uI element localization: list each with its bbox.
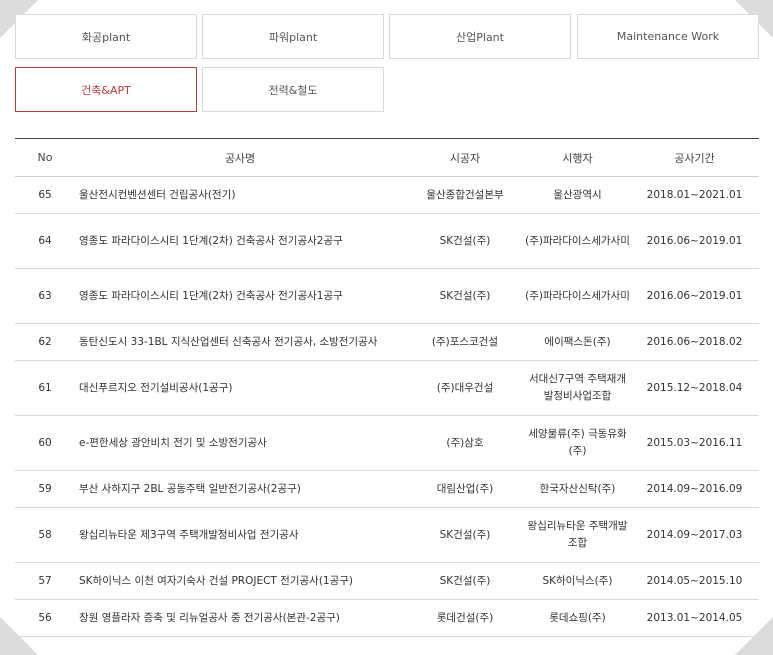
table-row[interactable]: 62 동탄신도시 33-1BL 지식산업센터 신축공사 전기공사, 소방전기공사…: [15, 323, 759, 361]
cell-contractor: SK건설(주): [405, 268, 525, 324]
cell-client: 에이팩스돈(주): [525, 323, 630, 361]
cell-no: 61: [15, 360, 75, 416]
tab-industrial-plant[interactable]: 산업Plant: [389, 14, 571, 59]
cell-contractor: (주)대우건설: [405, 360, 525, 416]
cell-contractor: (주)삼호: [405, 415, 525, 471]
table-row[interactable]: 56 창원 영플라자 증축 및 리뉴얼공사 중 전기공사(본관-2공구) 롯데건…: [15, 599, 759, 637]
cell-project-name[interactable]: 창원 영플라자 증축 및 리뉴얼공사 중 전기공사(본관-2공구): [75, 599, 405, 637]
table-row[interactable]: 65 울산전시컨벤션센터 건립공사(전기) 울산종합건설본부 울산광역시 201…: [15, 176, 759, 214]
cell-client: (주)파라다이스세가사미: [525, 268, 630, 324]
cell-period: 2016.06~2019.01: [630, 213, 759, 269]
cell-client: SK하이닉스(주): [525, 562, 630, 600]
cell-project-name[interactable]: 동탄신도시 33-1BL 지식산업센터 신축공사 전기공사, 소방전기공사: [75, 323, 405, 361]
cell-project-name[interactable]: 왕십리뉴타운 제3구역 주택개발정비사업 전기공사: [75, 507, 405, 563]
table-row[interactable]: 61 대신푸르지오 전기설비공사(1공구) (주)대우건설 서대신7구역 주택재…: [15, 360, 759, 416]
cell-contractor: 대림산업(주): [405, 470, 525, 508]
table-row[interactable]: 57 SK하이닉스 이천 여자기숙사 건설 PROJECT 전기공사(1공구) …: [15, 562, 759, 600]
table-row[interactable]: 60 e-편한세상 광안비치 전기 및 소방전기공사 (주)삼호 세양물류(주)…: [15, 415, 759, 471]
project-table-container: No 공사명 시공자 시행자 공사기간 65 울산전시컨벤션센터 건립공사(전기…: [15, 138, 759, 637]
tab-maintenance-work[interactable]: Maintenance Work: [577, 14, 759, 59]
cell-contractor: 롯데건설(주): [405, 599, 525, 637]
cell-period: 2014.09~2017.03: [630, 507, 759, 563]
cell-contractor: (주)포스코건설: [405, 323, 525, 361]
cell-no: 56: [15, 599, 75, 637]
header-period: 공사기간: [630, 138, 759, 177]
cell-client: 서대신7구역 주택재개발정비사업조합: [525, 360, 630, 416]
cell-client: 세양물류(주) 극동유화(주): [525, 415, 630, 471]
cell-project-name[interactable]: 영종도 파라다이스시티 1단계(2차) 건축공사 전기공사1공구: [75, 268, 405, 324]
header-client: 시행자: [525, 138, 630, 177]
tab-power-railway[interactable]: 전력&철도: [202, 67, 384, 112]
cell-client: (주)파라다이스세가사미: [525, 213, 630, 269]
table-header-row: No 공사명 시공자 시행자 공사기간: [15, 138, 759, 177]
cell-client: 한국자산신탁(주): [525, 470, 630, 508]
header-project-name: 공사명: [75, 138, 405, 177]
cell-no: 58: [15, 507, 75, 563]
cell-no: 57: [15, 562, 75, 600]
cell-project-name[interactable]: 대신푸르지오 전기설비공사(1공구): [75, 360, 405, 416]
cell-period: 2016.06~2018.02: [630, 323, 759, 361]
cell-no: 62: [15, 323, 75, 361]
cell-contractor: SK건설(주): [405, 562, 525, 600]
cell-period: 2018.01~2021.01: [630, 176, 759, 214]
cell-contractor: SK건설(주): [405, 213, 525, 269]
table-row[interactable]: 58 왕십리뉴타운 제3구역 주택개발정비사업 전기공사 SK건설(주) 왕십리…: [15, 507, 759, 563]
tab-power-plant[interactable]: 파워plant: [202, 14, 384, 59]
cell-client: 울산광역시: [525, 176, 630, 214]
cell-period: 2016.06~2019.01: [630, 268, 759, 324]
cell-no: 59: [15, 470, 75, 508]
cell-period: 2015.12~2018.04: [630, 360, 759, 416]
cell-client: 롯데쇼핑(주): [525, 599, 630, 637]
cell-no: 63: [15, 268, 75, 324]
cell-period: 2014.05~2015.10: [630, 562, 759, 600]
cell-period: 2013.01~2014.05: [630, 599, 759, 637]
cell-project-name[interactable]: SK하이닉스 이천 여자기숙사 건설 PROJECT 전기공사(1공구): [75, 562, 405, 600]
cell-project-name[interactable]: 영종도 파라다이스시티 1단계(2차) 건축공사 전기공사2공구: [75, 213, 405, 269]
tab-building-apt[interactable]: 건축&APT: [15, 67, 197, 112]
cell-no: 64: [15, 213, 75, 269]
cell-project-name[interactable]: e-편한세상 광안비치 전기 및 소방전기공사: [75, 415, 405, 471]
cell-project-name[interactable]: 부산 사하지구 2BL 공동주택 일반전기공사(2공구): [75, 470, 405, 508]
cell-contractor: SK건설(주): [405, 507, 525, 563]
table-row[interactable]: 63 영종도 파라다이스시티 1단계(2차) 건축공사 전기공사1공구 SK건설…: [15, 268, 759, 324]
tab-chemical-plant[interactable]: 화공plant: [15, 14, 197, 59]
cell-no: 60: [15, 415, 75, 471]
cell-period: 2015.03~2016.11: [630, 415, 759, 471]
cell-no: 65: [15, 176, 75, 214]
table-row[interactable]: 59 부산 사하지구 2BL 공동주택 일반전기공사(2공구) 대림산업(주) …: [15, 470, 759, 508]
cell-project-name[interactable]: 울산전시컨벤션센터 건립공사(전기): [75, 176, 405, 214]
header-contractor: 시공자: [405, 138, 525, 177]
project-table: No 공사명 시공자 시행자 공사기간 65 울산전시컨벤션센터 건립공사(전기…: [15, 138, 759, 637]
cell-period: 2014.09~2016.09: [630, 470, 759, 508]
table-row[interactable]: 64 영종도 파라다이스시티 1단계(2차) 건축공사 전기공사2공구 SK건설…: [15, 213, 759, 269]
cell-client: 왕십리뉴타운 주택개발조합: [525, 507, 630, 563]
cell-contractor: 울산종합건설본부: [405, 176, 525, 214]
header-no: No: [15, 138, 75, 177]
